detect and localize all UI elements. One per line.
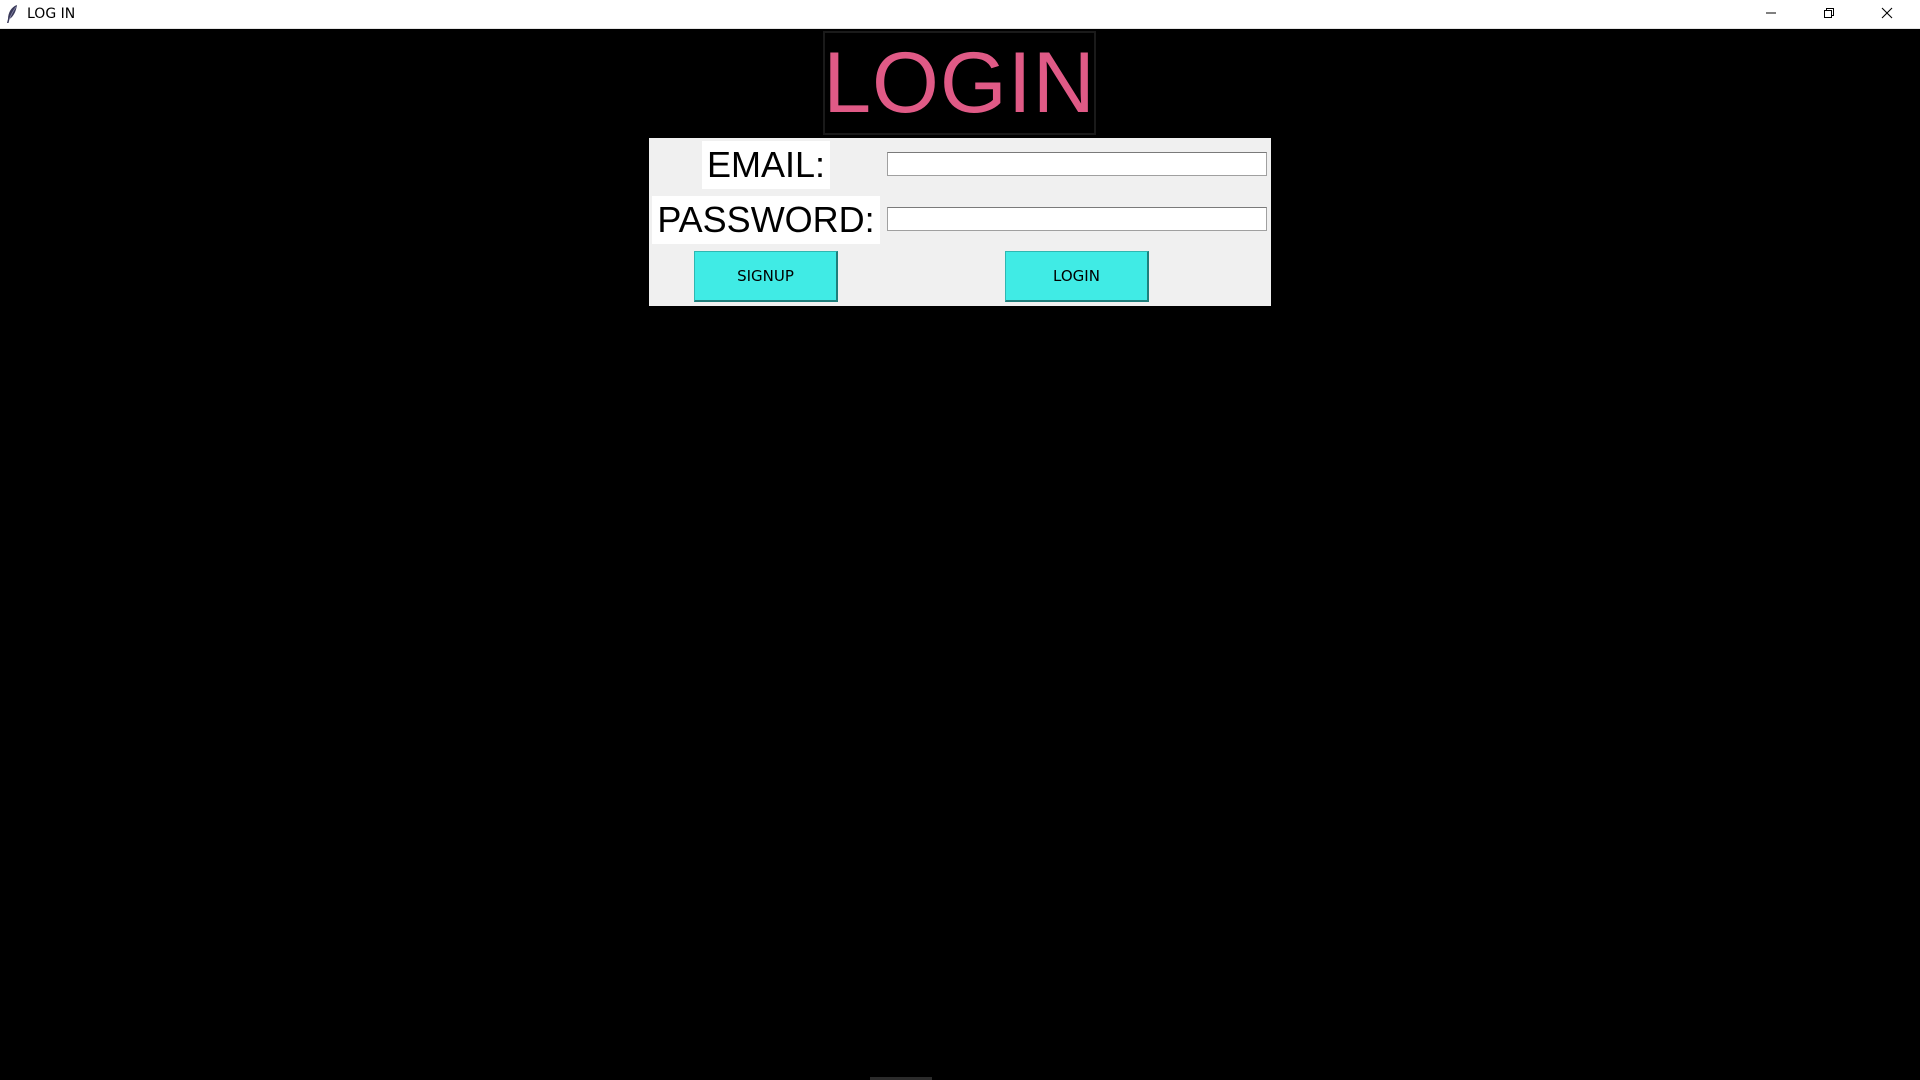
close-icon [1881, 6, 1893, 24]
minimize-icon [1765, 6, 1777, 24]
title-bar[interactable]: LOG IN [0, 0, 1920, 29]
login-button[interactable]: LOGIN [1005, 251, 1149, 302]
password-label: PASSWORD: [652, 196, 880, 244]
feather-icon [5, 4, 19, 24]
app-window: LOG IN LOGIN EMAIL: PASSWORD: SIGNUP LOG… [0, 0, 1920, 1080]
restore-icon [1823, 6, 1835, 24]
heading-frame: LOGIN [823, 31, 1096, 135]
window-title: LOG IN [27, 6, 76, 22]
minimize-button[interactable] [1742, 0, 1800, 29]
login-form: EMAIL: PASSWORD: SIGNUP LOGIN [649, 138, 1271, 306]
password-input[interactable] [887, 207, 1267, 231]
close-button[interactable] [1858, 0, 1916, 29]
email-label: EMAIL: [702, 141, 830, 189]
main-content: LOGIN EMAIL: PASSWORD: SIGNUP LOGIN [0, 29, 1920, 1080]
restore-button[interactable] [1800, 0, 1858, 29]
signup-button[interactable]: SIGNUP [694, 251, 838, 302]
email-input[interactable] [887, 152, 1267, 176]
page-title: LOGIN [823, 35, 1096, 131]
